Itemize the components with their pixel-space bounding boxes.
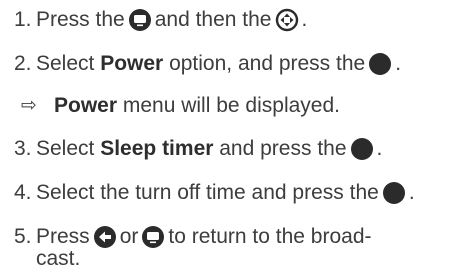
step-text: Select the turn off time and press the [36,181,379,204]
step-text: and press the [213,137,347,160]
step-number: 3. [14,137,32,160]
step-text: . [376,137,383,160]
back-button-icon [93,225,117,249]
settings-button-icon [128,8,152,32]
result-arrow-icon: ⇨ [21,95,37,116]
step-text: Select [36,137,101,160]
step-3: 3. Select Sleep timer and press the . [0,134,382,164]
step-text: Press the [36,8,125,31]
settings-button-icon [141,225,165,249]
step-text: to return to the broad- [168,225,372,248]
home-button-icon [275,8,299,32]
step-text: . [301,8,308,31]
step-2-result: ⇨ Power menu will be displayed. [0,91,340,121]
step-1: 1. Press the and then the . [0,5,307,35]
step-2: 2. Select Power option, and press the . [0,49,401,79]
menu-option-power: Power [100,52,164,75]
step-text: . [395,52,402,75]
step-text: Select [36,52,101,75]
step-text: and then the [154,8,272,31]
step-5-continuation: cast. [0,244,80,272]
ok-button-icon [382,181,406,205]
step-number: 2. [14,52,32,75]
step-number: 4. [14,181,32,204]
step-text: menu will be displayed. [117,94,340,117]
step-text: option, and press the [163,52,366,75]
step-4: 4. Select the turn off time and press th… [0,178,415,208]
step-number: 1. [14,8,32,31]
menu-name-power: Power [54,94,118,117]
menu-option-sleep-timer: Sleep timer [100,137,214,160]
ok-button-icon [350,137,374,161]
ok-button-icon [368,52,392,76]
step-text: cast. [36,247,81,270]
step-text: . [408,181,415,204]
step-text: or [119,225,139,248]
